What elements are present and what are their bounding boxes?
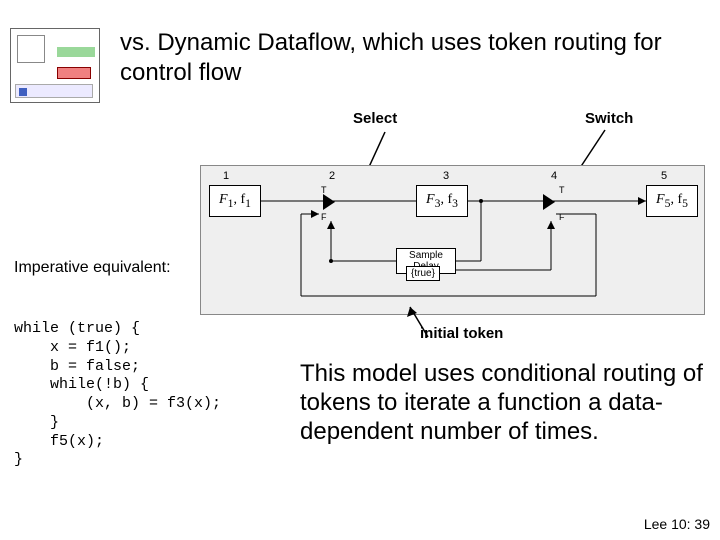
port-f: F: [559, 212, 565, 222]
port-t: T: [559, 185, 565, 195]
select-label: Select: [353, 110, 397, 127]
select-actor: [323, 194, 335, 210]
slide-title: vs. Dynamic Dataflow, which uses token r…: [120, 28, 700, 88]
prev-slide-thumbnail: [10, 28, 100, 103]
code-block: while (true) { x = f1(); b = false; whil…: [14, 320, 221, 470]
explanation-text: This model uses conditional routing of t…: [300, 360, 706, 446]
switch-label: Switch: [585, 110, 633, 127]
switch-actor: [543, 194, 555, 210]
port-f: F: [321, 212, 327, 222]
initial-token-label: initial token: [420, 325, 503, 342]
dataflow-diagram: 1 2 3 4 5 F1, f1: [200, 165, 705, 315]
actor-f5: F5, f5: [646, 185, 698, 217]
slide-footer: Lee 10: 39: [644, 516, 710, 532]
initial-token-value: {true}: [406, 266, 440, 281]
port-t: T: [321, 185, 327, 195]
imperative-heading: Imperative equivalent:: [14, 258, 171, 277]
actor-f1: F1, f1: [209, 185, 261, 217]
actor-f3: F3, f3: [416, 185, 468, 217]
